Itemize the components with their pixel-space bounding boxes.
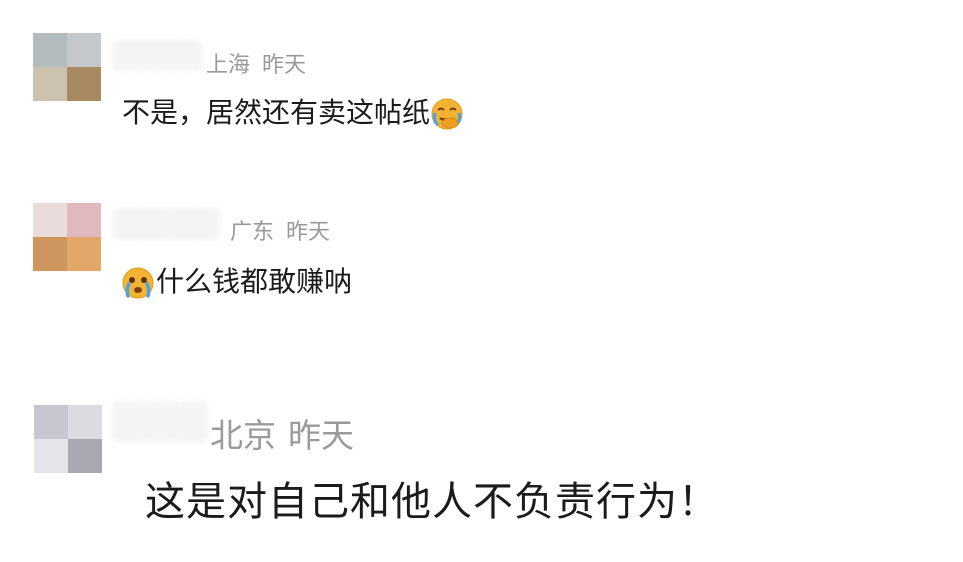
avatar[interactable]	[33, 203, 101, 271]
avatar-cell	[67, 237, 101, 271]
username-blurred[interactable]	[112, 40, 202, 70]
comment-location: 北京	[210, 416, 276, 455]
avatar[interactable]	[33, 33, 101, 101]
avatar-cell	[34, 405, 68, 439]
avatar-cell	[67, 33, 101, 67]
comment-text-row: 不是，居然还有卖这帖纸	[122, 94, 464, 132]
comment-time: 昨天	[286, 220, 331, 245]
comment-time: 昨天	[262, 53, 307, 78]
avatar-cell	[68, 439, 102, 473]
comment-location: 广东	[230, 220, 275, 245]
avatar-cell	[33, 203, 67, 237]
comment-text: 什么钱都敢赚呐	[156, 265, 353, 298]
avatar-cell	[67, 67, 101, 101]
comment-meta: 上海 昨天	[206, 47, 306, 79]
avatar[interactable]	[34, 405, 102, 473]
avatar-cell	[33, 67, 67, 101]
avatar-cell	[68, 405, 102, 439]
avatar-cell	[34, 439, 68, 473]
username-blurred[interactable]	[112, 208, 220, 240]
comment-text: 不是，居然还有卖这帖纸	[122, 96, 431, 129]
comment-meta: 广东 昨天	[230, 214, 330, 246]
avatar-cell	[33, 33, 67, 67]
comment-location: 上海	[206, 53, 251, 78]
face-palm-crying-icon	[430, 97, 464, 131]
comment-text-row: 什么钱都敢赚呐	[120, 263, 352, 301]
comment-text: 这是对自己和他人不负责行为！	[145, 479, 719, 525]
comment-time: 昨天	[288, 416, 354, 455]
username-blurred[interactable]	[112, 402, 208, 442]
comment-meta: 北京 昨天	[210, 409, 354, 457]
avatar-cell	[67, 203, 101, 237]
avatar-cell	[33, 237, 67, 271]
crying-face-icon	[120, 265, 156, 301]
